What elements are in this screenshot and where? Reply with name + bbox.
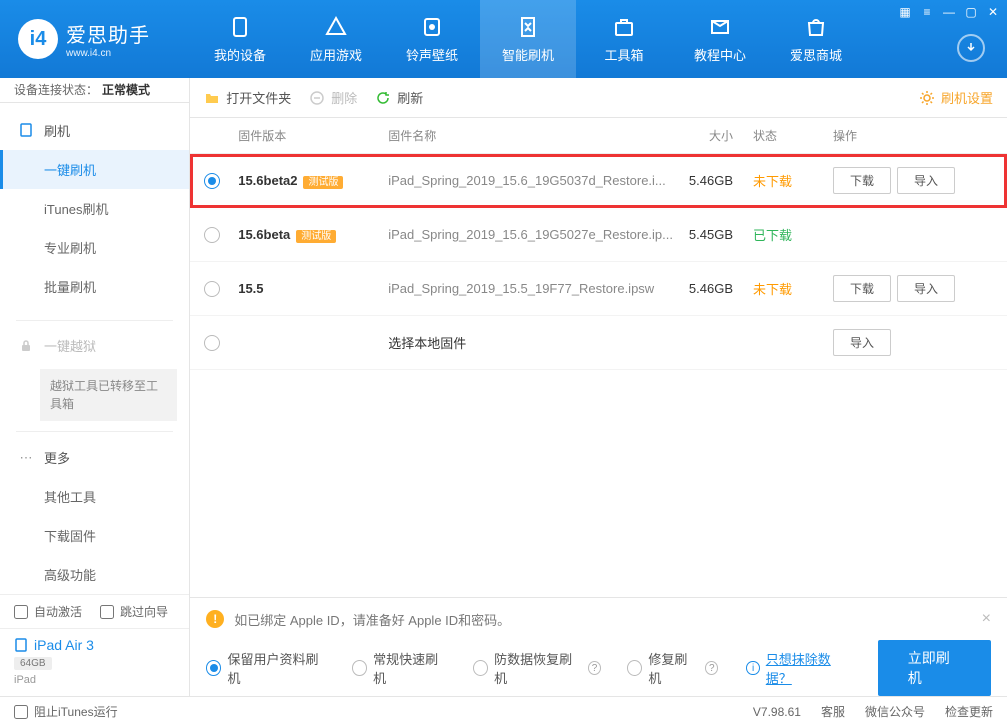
app-header: i4 爱思助手 www.i4.cn 我的设备应用游戏铃声壁纸智能刷机工具箱教程中…: [0, 0, 1007, 78]
flash-option-1[interactable]: 常规快速刷机: [352, 649, 447, 687]
flash-settings-button[interactable]: 刷机设置: [919, 88, 993, 107]
sidebar-more-item-2[interactable]: 高级功能: [0, 555, 189, 594]
window-controls: ▦ ≡ — ▢ ✕: [897, 4, 1001, 20]
ring-icon: [420, 15, 444, 39]
table-header: 固件版本 固件名称 大小 状态 操作: [190, 118, 1007, 154]
storage-badge: 64GB: [14, 657, 52, 670]
skip-guide-checkbox[interactable]: [100, 605, 114, 619]
sidebar-item-3[interactable]: 批量刷机: [0, 267, 189, 306]
download-indicator-icon[interactable]: [957, 34, 985, 62]
apps-icon: [324, 15, 348, 39]
row-radio[interactable]: [204, 281, 220, 297]
flash-now-button[interactable]: 立即刷机: [878, 640, 991, 696]
app-name: 爱思助手: [66, 19, 150, 48]
menu-icon[interactable]: ≡: [919, 4, 935, 20]
flash-icon: [516, 15, 540, 39]
footer-link-wechat[interactable]: 微信公众号: [865, 703, 925, 720]
flash-option-3[interactable]: 修复刷机?: [627, 649, 718, 687]
statusbar: 阻止iTunes运行 V7.98.61 客服 微信公众号 检查更新: [0, 696, 1007, 726]
sidebar-item-2[interactable]: 专业刷机: [0, 228, 189, 267]
sidebar-group-flash[interactable]: 刷机: [0, 111, 189, 150]
gear-icon: [919, 90, 935, 106]
device-info[interactable]: iPad Air 3 64GB iPad: [0, 628, 189, 696]
help-icon[interactable]: ?: [588, 661, 601, 675]
version-label: V7.98.61: [753, 705, 801, 719]
block-itunes-checkbox[interactable]: 阻止iTunes运行: [14, 703, 118, 720]
beta-tag: 测试版: [296, 230, 336, 243]
device-icon: [228, 15, 252, 39]
option-radio[interactable]: [473, 660, 488, 676]
refresh-button[interactable]: 刷新: [375, 88, 423, 107]
app-url: www.i4.cn: [66, 48, 150, 59]
sidebar-item-0[interactable]: 一键刷机: [0, 150, 189, 189]
store-icon: [804, 15, 828, 39]
sidebar-item-1[interactable]: iTunes刷机: [0, 189, 189, 228]
download-button[interactable]: 下载: [833, 167, 891, 194]
auto-activate-checkbox[interactable]: [14, 605, 28, 619]
footer-link-support[interactable]: 客服: [821, 703, 845, 720]
tools-icon: [612, 15, 636, 39]
flash-options: 保留用户资料刷机常规快速刷机防数据恢复刷机? 修复刷机? i 只想抹除数据？ 立即刷机: [206, 640, 991, 696]
ipad-icon: [14, 638, 28, 652]
import-button[interactable]: 导入: [897, 275, 955, 302]
warning-icon: !: [206, 610, 224, 628]
dismiss-alert-button[interactable]: ×: [982, 610, 991, 628]
sidebar-more-item-0[interactable]: 其他工具: [0, 477, 189, 516]
main-content: 打开文件夹 删除 刷新 刷机设置 固件版本 固件名称 大小 状态 操作: [190, 78, 1007, 696]
grid-icon[interactable]: ▦: [897, 4, 913, 20]
folder-icon: [204, 90, 220, 106]
nav-flash[interactable]: 智能刷机: [480, 0, 576, 78]
row-radio[interactable]: [204, 227, 220, 243]
nav-store[interactable]: 爱思商城: [768, 0, 864, 78]
bottom-panel: ! 如已绑定 Apple ID，请准备好 Apple ID和密码。 × 保留用户…: [190, 597, 1007, 696]
logo: i4 爱思助手 www.i4.cn: [0, 19, 192, 59]
top-nav: 我的设备应用游戏铃声壁纸智能刷机工具箱教程中心爱思商城: [192, 0, 864, 78]
connection-status: 设备连接状态：正常模式: [0, 78, 189, 103]
toolbar: 打开文件夹 删除 刷新 刷机设置: [190, 78, 1007, 118]
sidebar-group-jailbreak[interactable]: 一键越狱: [0, 326, 189, 365]
import-button[interactable]: 导入: [897, 167, 955, 194]
delete-icon: [309, 90, 325, 106]
row-radio[interactable]: [204, 173, 220, 189]
help-icon[interactable]: ?: [705, 661, 718, 675]
firmware-row[interactable]: 15.6beta2测试版 iPad_Spring_2019_15.6_19G50…: [190, 154, 1007, 208]
more-icon: ⋯: [18, 450, 34, 466]
tutorial-icon: [708, 15, 732, 39]
logo-icon: i4: [18, 19, 58, 59]
nav-device[interactable]: 我的设备: [192, 0, 288, 78]
import-button[interactable]: 导入: [833, 329, 891, 356]
lock-icon: [18, 338, 34, 354]
auto-options: 自动激活 跳过向导: [0, 595, 189, 628]
appleid-warning: ! 如已绑定 Apple ID，请准备好 Apple ID和密码。 ×: [206, 598, 991, 640]
sidebar-group-more[interactable]: ⋯ 更多: [0, 438, 189, 477]
beta-tag: 测试版: [303, 176, 343, 189]
maximize-icon[interactable]: ▢: [963, 4, 979, 20]
jailbreak-note: 越狱工具已转移至工具箱: [40, 369, 177, 421]
option-radio[interactable]: [627, 660, 642, 676]
refresh-icon: [375, 90, 391, 106]
flash-option-2[interactable]: 防数据恢复刷机?: [473, 649, 601, 687]
footer-link-update[interactable]: 检查更新: [945, 703, 993, 720]
firmware-row[interactable]: 15.5 iPad_Spring_2019_15.5_19F77_Restore…: [190, 262, 1007, 316]
option-radio[interactable]: [206, 660, 221, 676]
minimize-icon[interactable]: —: [941, 4, 957, 20]
nav-tutorial[interactable]: 教程中心: [672, 0, 768, 78]
open-folder-button[interactable]: 打开文件夹: [204, 88, 291, 107]
nav-ring[interactable]: 铃声壁纸: [384, 0, 480, 78]
nav-tools[interactable]: 工具箱: [576, 0, 672, 78]
info-icon[interactable]: i: [746, 661, 759, 675]
firmware-row[interactable]: 15.6beta测试版 iPad_Spring_2019_15.6_19G502…: [190, 208, 1007, 262]
option-radio[interactable]: [352, 660, 367, 676]
nav-apps[interactable]: 应用游戏: [288, 0, 384, 78]
row-radio[interactable]: [204, 335, 220, 351]
delete-button: 删除: [309, 88, 357, 107]
sidebar-more-item-1[interactable]: 下载固件: [0, 516, 189, 555]
sidebar: 设备连接状态：正常模式 刷机 一键刷机iTunes刷机专业刷机批量刷机 一键越狱…: [0, 78, 190, 696]
device-icon: [18, 122, 34, 138]
download-button[interactable]: 下载: [833, 275, 891, 302]
firmware-row[interactable]: 选择本地固件 导入: [190, 316, 1007, 370]
flash-option-0[interactable]: 保留用户资料刷机: [206, 649, 326, 687]
close-icon[interactable]: ✕: [985, 4, 1001, 20]
erase-data-link[interactable]: 只想抹除数据？: [766, 649, 852, 687]
